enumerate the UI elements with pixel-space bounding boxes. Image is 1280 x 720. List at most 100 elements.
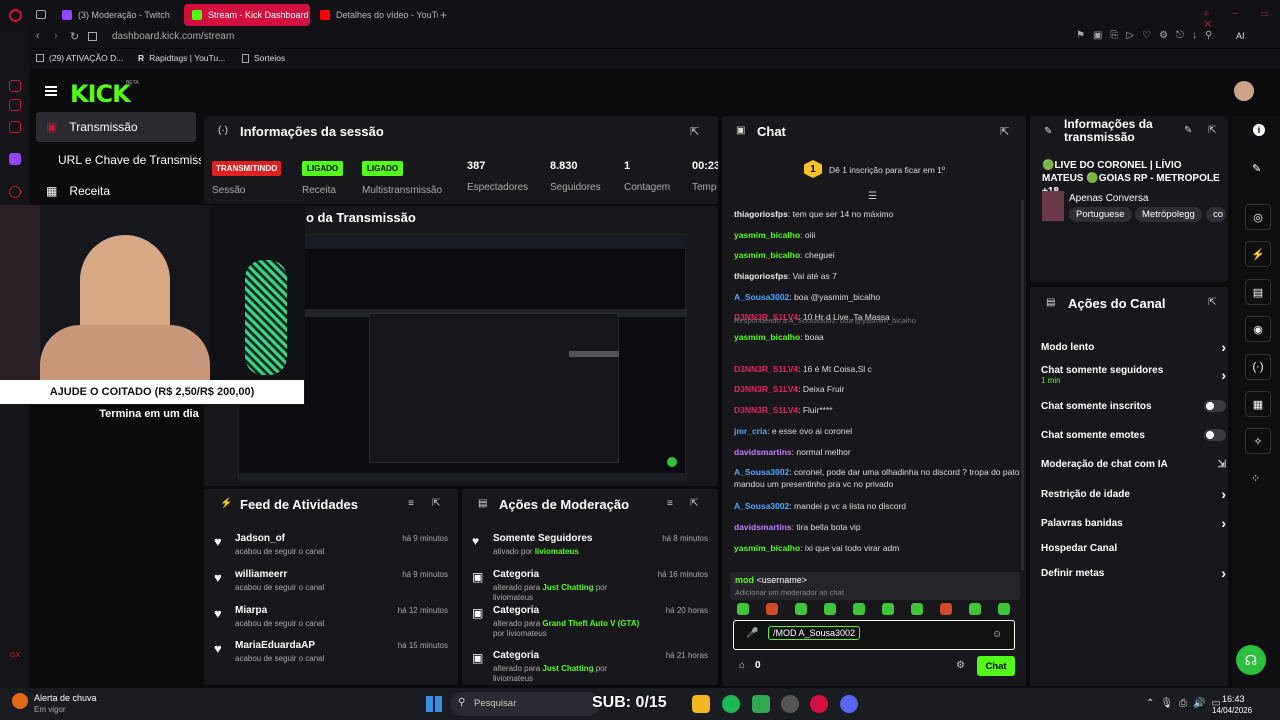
chat-message[interactable]: yasmim_bicalho: boaa [734, 331, 1024, 343]
chat-message[interactable]: yasmim_bicalho: oiii [734, 229, 1024, 241]
toggle-switch[interactable] [1204, 429, 1226, 441]
edit-icon[interactable]: ✎ [1184, 125, 1192, 136]
aria-ai-icon[interactable]: AI [1236, 31, 1245, 41]
windows-start-icon[interactable] [426, 696, 442, 712]
emote-icon[interactable] [882, 603, 894, 615]
support-icon[interactable]: ☊ [1236, 645, 1266, 675]
nav-receita[interactable]: ▦ Receita [36, 176, 196, 206]
chat-username[interactable]: yasmim_bicalho [734, 332, 800, 342]
emote-icon[interactable] [998, 603, 1010, 615]
opera-logo-icon[interactable] [9, 9, 22, 22]
kick-logo[interactable]: KICK [70, 80, 131, 108]
chat-username[interactable]: A_Sousa3002 [734, 292, 789, 302]
settings-icon[interactable]: ⚙ [956, 660, 965, 671]
chat-message[interactable]: thiagoriosfps: tem que ser 14 no máximo [734, 208, 1024, 220]
chat-message[interactable]: yasmim_bicalho: cheguei [734, 249, 1024, 261]
gift-icon[interactable]: ⌂ [739, 660, 745, 671]
chat-username[interactable]: yasmim_bicalho [734, 543, 800, 553]
mod-action-item[interactable]: ▣ Categoria alterado para Just Chatting po… [472, 647, 710, 687]
tab-kick-dashboard[interactable]: Stream - Kick Dashboard [184, 4, 310, 26]
chat-icon[interactable]: ◉ [1245, 316, 1271, 342]
channel-action[interactable]: Chat somente inscritos [1041, 399, 1226, 413]
stream-tag[interactable]: co [1206, 207, 1226, 222]
activity-item[interactable]: ♥ MariaEduardaAP acabou de seguir o canal h… [214, 637, 454, 673]
emote-icon[interactable] [824, 603, 836, 615]
workspace-icon[interactable] [36, 10, 46, 19]
new-tab-button[interactable]: + [440, 8, 447, 22]
popout-icon[interactable]: ⇱ [1000, 125, 1009, 138]
apps-icon[interactable]: ⁘ [1251, 472, 1260, 485]
info-icon[interactable]: i [1253, 124, 1265, 136]
pinned-icon[interactable]: ☰ [868, 191, 877, 202]
activity-item[interactable]: ♥ williameerr acabou de seguir o canal há 9… [214, 566, 454, 602]
chat-username[interactable]: thiagoriosfps [734, 209, 788, 219]
channel-action[interactable]: Modo lento › [1041, 339, 1226, 355]
popout-icon[interactable]: ⇱ [690, 125, 699, 138]
file-explorer-icon[interactable] [692, 695, 710, 713]
chat-message[interactable]: davidsmartins: normal melhor [734, 446, 1024, 458]
camera-icon[interactable]: ◎ [1245, 204, 1271, 230]
stream-preview-video[interactable] [238, 234, 687, 481]
chat-username[interactable]: yasmim_bicalho [734, 250, 800, 260]
chat-username[interactable]: davidsmartins [734, 522, 792, 532]
channel-action[interactable]: Chat somente seguidores 1 min › [1041, 364, 1226, 386]
broadcast-icon[interactable]: (·) [1245, 354, 1271, 380]
channel-action[interactable]: Hospedar Canal [1041, 541, 1226, 555]
mod-action-item[interactable]: ♥ Somente Seguidores ativado por liviomate… [472, 530, 710, 570]
instagram-icon[interactable] [9, 121, 21, 133]
popout-icon[interactable]: ⇱ [690, 498, 698, 509]
music-player-icon[interactable] [9, 186, 21, 198]
chat-message[interactable]: D3NN3R_S1LV4: 16 é Mt Coisa,Sl c [734, 363, 1024, 375]
app-icon[interactable] [781, 695, 799, 713]
twitch-sidebar-icon[interactable] [9, 153, 21, 165]
user-avatar[interactable] [1234, 81, 1254, 101]
menu-icon[interactable] [45, 86, 57, 96]
document-icon[interactable]: ▤ [1245, 279, 1271, 305]
home-icon[interactable] [9, 80, 21, 92]
chat-username[interactable]: davidsmartins [734, 447, 792, 457]
chat-message[interactable]: A_Sousa3002: mandei p vc a lista no disc… [734, 500, 1024, 512]
activity-user[interactable]: MariaEduardaAP [235, 640, 315, 651]
detail-highlight[interactable]: liviomateus [535, 547, 579, 556]
emote-icon[interactable] [766, 603, 778, 615]
wrench-icon[interactable]: ✧ [1245, 428, 1271, 454]
chat-username[interactable]: A_Sousa3002 [734, 501, 789, 511]
channel-action[interactable]: Moderação de chat com IA ⇲ [1041, 457, 1226, 471]
chat-message[interactable]: D3NN3R_S1LV4: Deixa Fruir [734, 383, 1024, 395]
app-icon[interactable] [752, 695, 770, 713]
mod-action-item[interactable]: ▣ Categoria alterado para Grand Theft Auto… [472, 602, 710, 642]
chat-username[interactable]: yasmim_bicalho [734, 230, 800, 240]
channel-action[interactable]: Palavras banidas › [1041, 515, 1226, 531]
mod-action-item[interactable]: ▣ Categoria alterado para Just Chatting po… [472, 566, 710, 606]
emote-icon[interactable] [853, 603, 865, 615]
channel-action[interactable]: Definir metas › [1041, 565, 1226, 581]
detail-highlight[interactable]: Just Chatting [542, 664, 593, 673]
lightning-icon[interactable]: ⚡ [1245, 241, 1271, 267]
activity-item[interactable]: ♥ Miarpa acabou de seguir o canal há 12 min… [214, 602, 454, 638]
nav-url-chave[interactable]: URL e Chave de Transmissão [36, 145, 201, 175]
bookmark-rapidtags[interactable]: R Rapidtags | YouTu... [138, 53, 225, 63]
chat-username[interactable]: thiagoriosfps [734, 271, 788, 281]
toggle-switch[interactable] [1204, 400, 1226, 412]
popout-icon[interactable]: ⇱ [432, 498, 440, 509]
speed-dial-icon[interactable] [88, 32, 97, 41]
activity-user[interactable]: Miarpa [235, 605, 267, 616]
weather-icon[interactable] [12, 693, 28, 709]
channel-action[interactable]: Restrição de idade › [1041, 486, 1226, 502]
back-icon[interactable]: ‹ [36, 30, 40, 42]
chat-input-value[interactable]: /MOD A_Sousa3002 [768, 626, 861, 640]
weather-title[interactable]: Alerta de chuva [34, 693, 97, 703]
chat-username[interactable]: D3NN3R_S1LV4 [734, 364, 798, 374]
emote-icon[interactable] [940, 603, 952, 615]
chat-username[interactable]: A_Sousa3002 [734, 467, 789, 477]
bookmark-ativacao[interactable]: (29) ATIVAÇÃO D... [36, 53, 123, 63]
activity-item[interactable]: ♥ Jadson_of acabou de seguir o canal há 9 m… [214, 530, 454, 566]
chat-message[interactable]: thiagoriosfps: Vai até as 7 [734, 270, 1024, 282]
discord-icon[interactable] [840, 695, 858, 713]
chat-username[interactable]: D3NN3R_S1LV4 [734, 405, 798, 415]
chat-scrollbar[interactable] [1021, 200, 1024, 570]
emote-icon[interactable] [795, 603, 807, 615]
reload-icon[interactable]: ↻ [70, 30, 79, 43]
chat-message[interactable]: A_Sousa3002: boa @yasmim_bicalho [734, 291, 1024, 303]
chat-message[interactable]: yasmim_bicalho: ixi que vai todo virar a… [734, 542, 1024, 554]
